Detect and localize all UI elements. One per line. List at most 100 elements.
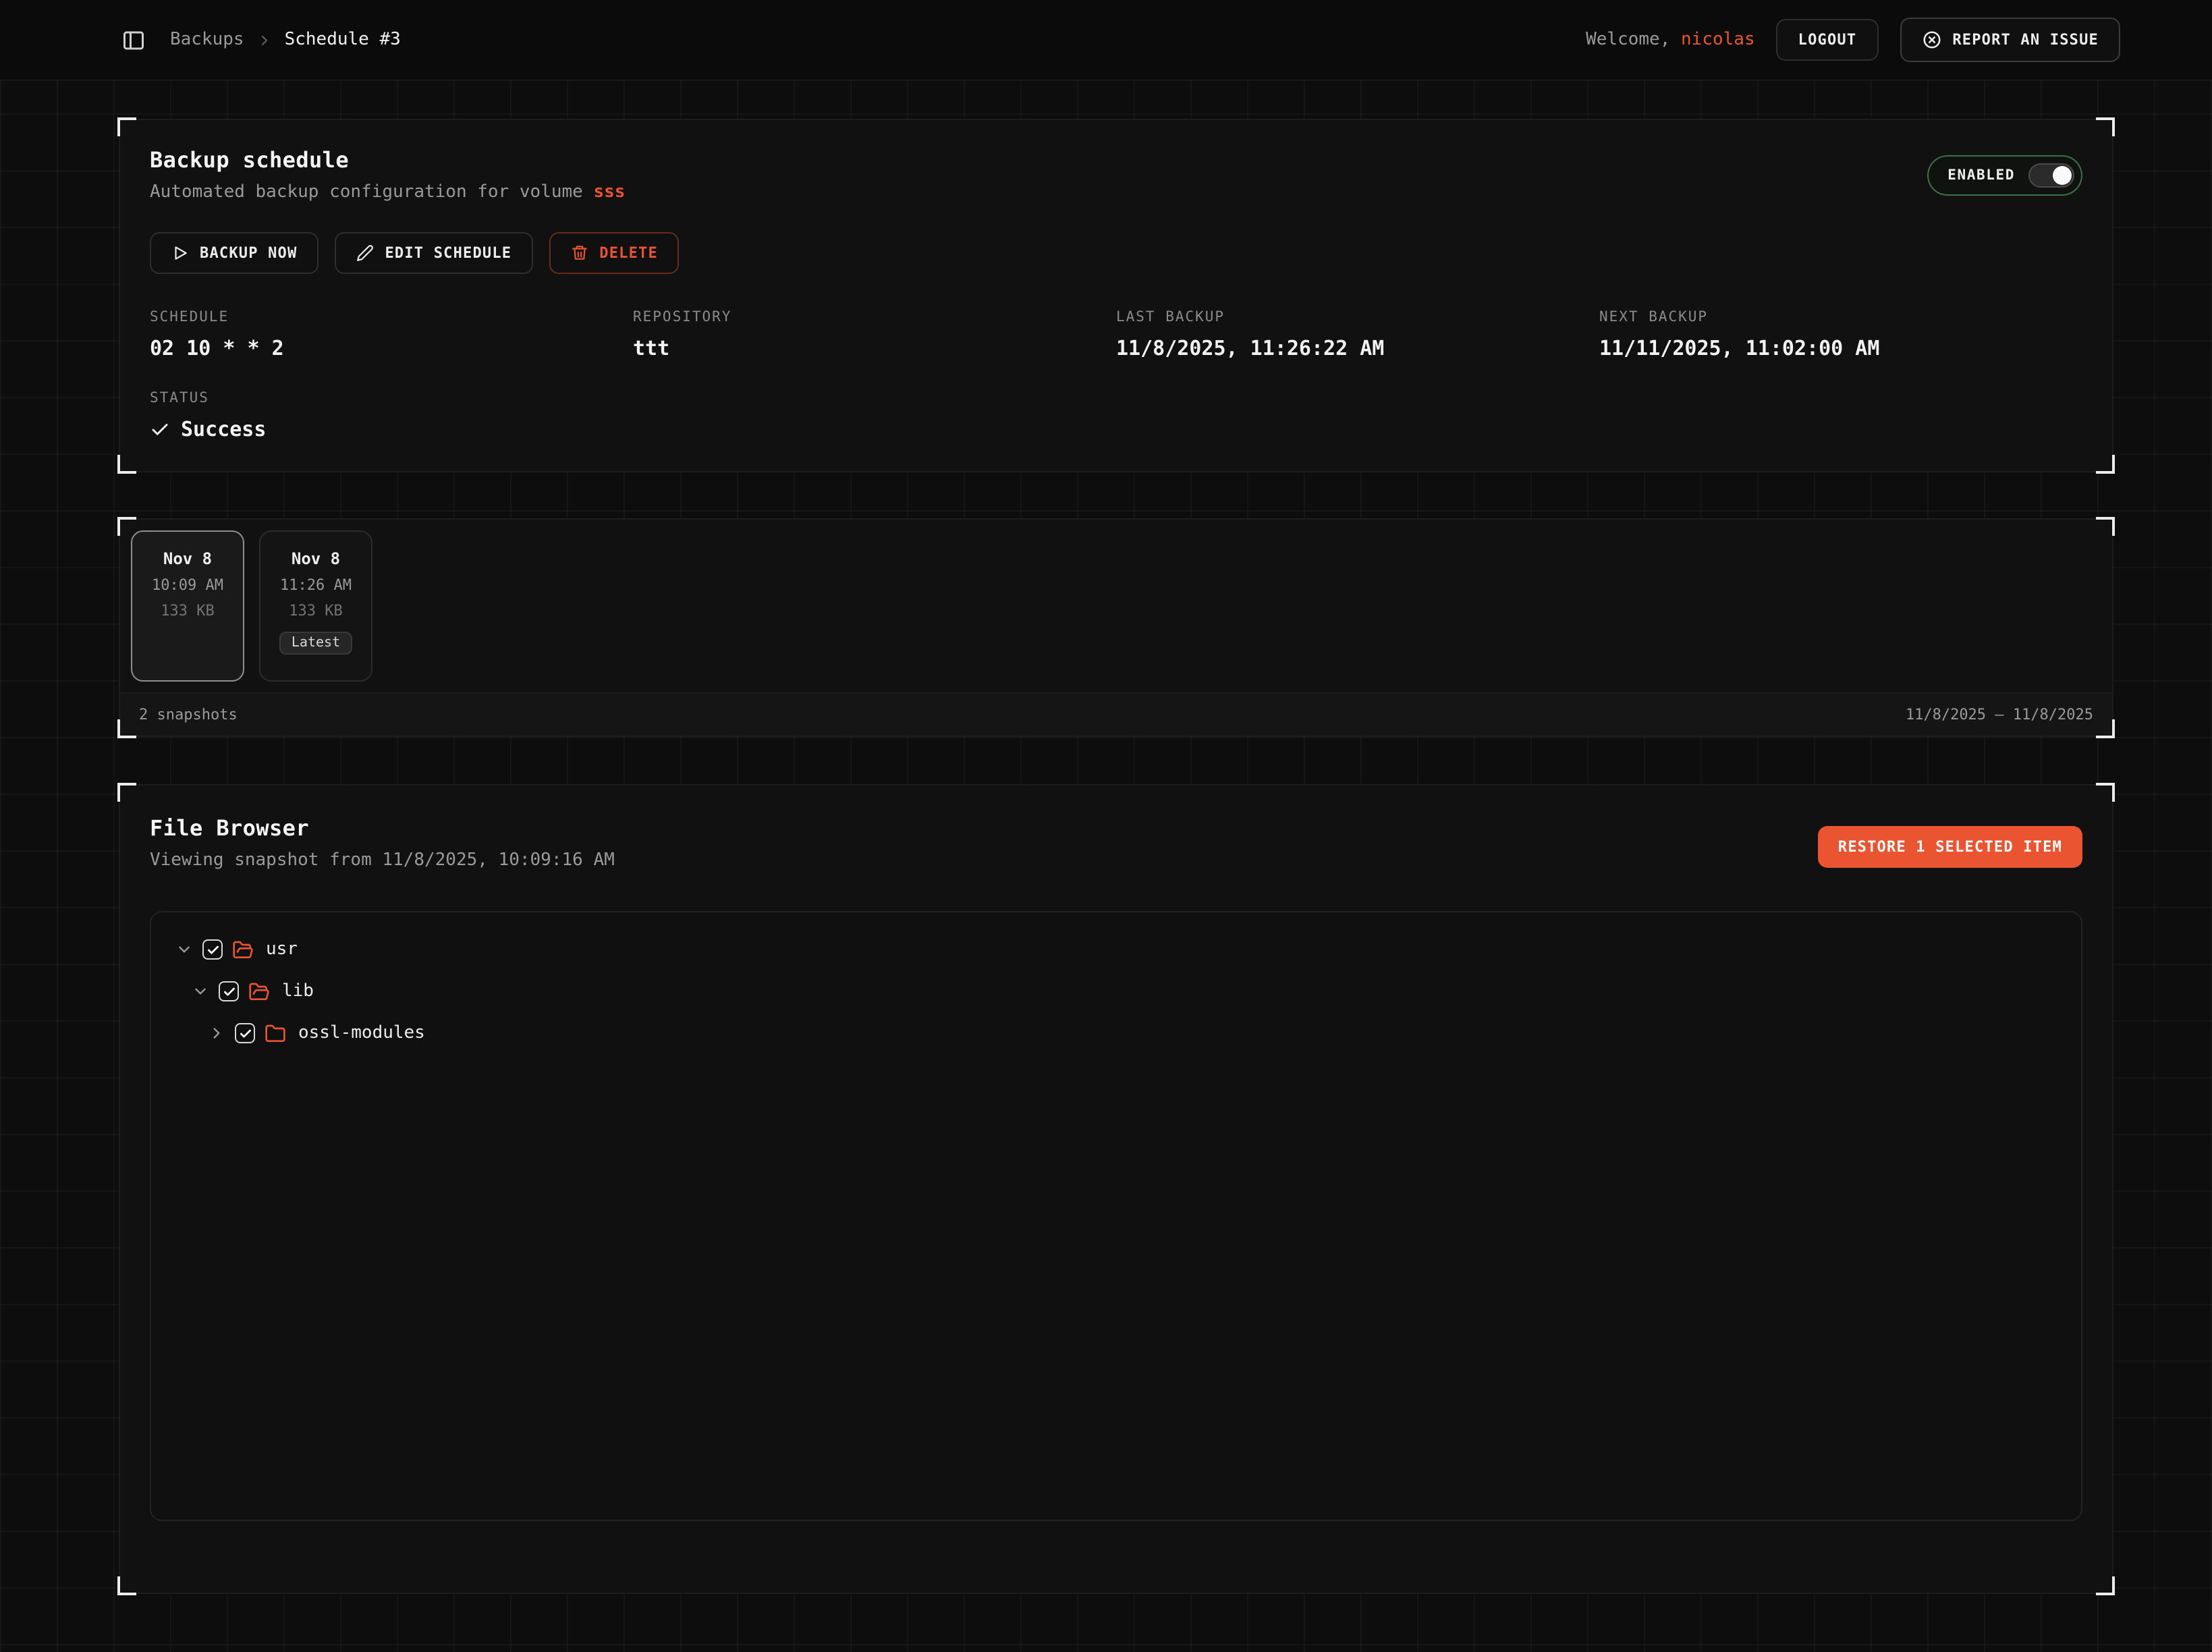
- enabled-toggle[interactable]: ENABLED: [1927, 155, 2082, 196]
- field-value: ttt: [633, 336, 1116, 360]
- folder-open-icon: [248, 981, 270, 1002]
- tree-item-label: usr: [266, 939, 298, 960]
- panel-left-icon: [121, 28, 146, 52]
- snapshot-date-range: 11/8/2025 – 11/8/2025: [1906, 706, 2093, 723]
- field-value: 11/11/2025, 11:02:00 AM: [1599, 336, 2082, 360]
- file-browser-panel: File Browser Viewing snapshot from 11/8/…: [119, 784, 2113, 1594]
- tree-row-lib[interactable]: lib: [165, 970, 2068, 1012]
- corner-bracket: [2096, 517, 2115, 536]
- tree-row-usr[interactable]: usr: [165, 929, 2068, 970]
- toggle-switch-icon: [2028, 163, 2074, 188]
- delete-label: DELETE: [599, 244, 658, 262]
- chevron-right-icon: [256, 32, 273, 48]
- field-label: LAST BACKUP: [1116, 309, 1599, 325]
- success-check-icon: [150, 419, 170, 439]
- breadcrumb-current: Schedule #3: [285, 30, 401, 50]
- welcome-text: Welcome, nicolas: [1586, 30, 1755, 50]
- delete-button[interactable]: DELETE: [549, 232, 680, 274]
- snapshots-footer: 2 snapshots 11/8/2025 – 11/8/2025: [120, 692, 2112, 736]
- tree-row-ossl-modules[interactable]: ossl-modules: [165, 1012, 2068, 1054]
- edit-schedule-button[interactable]: EDIT SCHEDULE: [335, 232, 533, 274]
- field-value: 11/8/2025, 11:26:22 AM: [1116, 336, 1599, 360]
- snapshot-count: 2 snapshots: [139, 706, 238, 723]
- corner-bracket: [2096, 783, 2115, 802]
- corner-bracket: [2096, 117, 2115, 136]
- chevron-right-icon[interactable]: [208, 1024, 225, 1042]
- volume-name: sss: [593, 182, 625, 202]
- field-value: 02 10 * * 2: [150, 336, 633, 360]
- field-label: NEXT BACKUP: [1599, 309, 2082, 325]
- report-issue-label: REPORT AN ISSUE: [1952, 31, 2099, 49]
- username: nicolas: [1681, 30, 1755, 50]
- snapshots-panel: Nov 8 10:09 AM 133 KB Nov 8 11:26 AM 133…: [119, 518, 2113, 737]
- file-tree: usr lib: [150, 911, 2082, 1521]
- backup-now-label: BACKUP NOW: [200, 244, 297, 262]
- panel-title: Backup schedule: [150, 147, 625, 173]
- logout-button[interactable]: LOGOUT: [1777, 19, 1879, 61]
- top-bar: Backups Schedule #3 Welcome, nicolas LOG…: [0, 0, 2212, 81]
- restore-button[interactable]: RESTORE 1 SELECTED ITEM: [1818, 826, 2082, 868]
- subtitle-text: Automated backup configuration for volum…: [150, 182, 583, 202]
- backup-schedule-panel: Backup schedule Automated backup configu…: [119, 119, 2113, 472]
- field-repository: REPOSITORY ttt: [633, 309, 1116, 360]
- snapshot-time: 11:26 AM: [280, 576, 352, 594]
- welcome-prefix: Welcome,: [1586, 30, 1670, 50]
- report-issue-button[interactable]: REPORT AN ISSUE: [1900, 18, 2120, 62]
- breadcrumb: Backups Schedule #3: [170, 30, 401, 50]
- corner-bracket: [117, 783, 136, 802]
- tree-item-label: ossl-modules: [298, 1023, 425, 1043]
- snapshot-card[interactable]: Nov 8 11:26 AM 133 KB Latest: [259, 530, 372, 682]
- folder-open-icon: [232, 939, 254, 960]
- field-next-backup: NEXT BACKUP 11/11/2025, 11:02:00 AM: [1599, 309, 2082, 360]
- field-label: STATUS: [150, 390, 633, 406]
- snapshot-time: 10:09 AM: [152, 576, 223, 594]
- schedule-actions: BACKUP NOW EDIT SCHEDULE DELETE: [150, 232, 2082, 274]
- chevron-down-icon[interactable]: [192, 983, 209, 1000]
- latest-badge: Latest: [279, 632, 352, 655]
- field-status: STATUS Success: [150, 390, 633, 441]
- trash-icon: [571, 244, 588, 262]
- corner-bracket: [2096, 719, 2115, 738]
- tree-item-label: lib: [282, 981, 314, 1001]
- field-last-backup: LAST BACKUP 11/8/2025, 11:26:22 AM: [1116, 309, 1599, 360]
- field-schedule: SCHEDULE 02 10 * * 2: [150, 309, 633, 360]
- corner-bracket: [117, 517, 136, 536]
- sidebar-toggle-button[interactable]: [121, 28, 146, 52]
- corner-bracket: [117, 455, 136, 474]
- checkbox-usr[interactable]: [202, 939, 223, 960]
- checkbox-ossl-modules[interactable]: [235, 1023, 255, 1043]
- toggle-knob: [2053, 166, 2072, 185]
- enabled-label: ENABLED: [1947, 167, 2015, 184]
- status-text: Success: [181, 417, 266, 441]
- checkbox-lib[interactable]: [219, 981, 239, 1001]
- corner-bracket: [117, 1576, 136, 1595]
- status-value: Success: [150, 417, 633, 441]
- header-actions: Welcome, nicolas LOGOUT REPORT AN ISSUE: [1586, 18, 2120, 62]
- folder-icon: [265, 1022, 286, 1044]
- snapshot-timeline: Nov 8 10:09 AM 133 KB Nov 8 11:26 AM 133…: [120, 520, 2112, 692]
- corner-bracket: [2096, 455, 2115, 474]
- snapshot-size: 133 KB: [289, 602, 343, 620]
- edit-schedule-label: EDIT SCHEDULE: [385, 244, 511, 262]
- chevron-down-icon[interactable]: [175, 941, 193, 958]
- snapshot-size: 133 KB: [161, 602, 215, 620]
- corner-bracket: [117, 719, 136, 738]
- play-icon: [171, 244, 189, 262]
- schedule-fields: SCHEDULE 02 10 * * 2 REPOSITORY ttt LAST…: [150, 309, 2082, 441]
- panel-subtitle: Automated backup configuration for volum…: [150, 182, 625, 202]
- corner-bracket: [117, 117, 136, 136]
- snapshot-date: Nov 8: [163, 549, 212, 568]
- corner-bracket: [2096, 1576, 2115, 1595]
- file-browser-subtitle: Viewing snapshot from 11/8/2025, 10:09:1…: [150, 850, 615, 871]
- file-browser-title: File Browser: [150, 815, 615, 841]
- snapshot-date: Nov 8: [292, 549, 340, 568]
- report-issue-icon: [1921, 30, 1941, 50]
- field-label: REPOSITORY: [633, 309, 1116, 325]
- main-content: Backup schedule Automated backup configu…: [0, 81, 2212, 1594]
- page: Backups Schedule #3 Welcome, nicolas LOG…: [0, 0, 2212, 1652]
- backup-now-button[interactable]: BACKUP NOW: [150, 232, 319, 274]
- breadcrumb-backups[interactable]: Backups: [170, 30, 244, 50]
- field-label: SCHEDULE: [150, 309, 633, 325]
- pencil-icon: [356, 244, 374, 262]
- snapshot-card-selected[interactable]: Nov 8 10:09 AM 133 KB: [131, 530, 244, 682]
